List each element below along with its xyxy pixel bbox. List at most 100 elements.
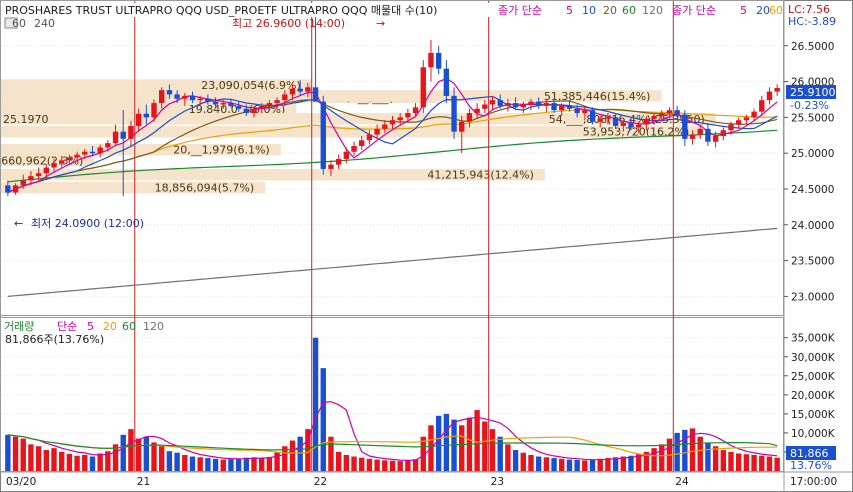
candle-body [159, 90, 165, 104]
candle-body [128, 125, 134, 139]
volume-bar [243, 457, 250, 471]
candle-body [689, 134, 696, 139]
high-price-label: 최고 26.9600 (14:00) [232, 17, 345, 30]
volume-bar [674, 432, 680, 471]
ma-right-5: 5 [740, 4, 747, 17]
volume-profile-label: 18,856,094(5.7%) [155, 182, 255, 195]
candle-body [682, 114, 688, 139]
volume-bar [535, 456, 542, 471]
candle-body [51, 163, 57, 168]
volume-bar [189, 456, 196, 471]
candle-body [489, 100, 496, 105]
volume-bar [751, 455, 757, 471]
interval-240: 240 [34, 17, 55, 30]
candle-body [251, 108, 257, 114]
volume-bar [435, 415, 442, 471]
candle-body [243, 108, 250, 114]
price-tick-label: 25.5000 [791, 112, 834, 124]
volume-value-label: 81,866주(13.76%) [5, 333, 104, 346]
candle-body [97, 147, 103, 154]
volume-profile-label: 7,660,962(2.3%) [0, 154, 83, 167]
candle-body [743, 117, 750, 121]
candle-body [574, 108, 580, 114]
volume-bar [405, 459, 411, 471]
volume-bar [735, 453, 742, 471]
candle-body [428, 52, 434, 68]
volume-bar [682, 429, 688, 471]
time-label: 21 [137, 476, 150, 488]
candle-body [612, 117, 619, 126]
ma-legend-label: 종가 단순 [498, 4, 542, 17]
candle-body [720, 130, 726, 136]
candle-body [59, 160, 65, 164]
volume-bar [482, 421, 488, 471]
volume-bar [512, 450, 519, 471]
volume-bar [705, 442, 711, 471]
candle-body [120, 131, 126, 139]
volume-bar [397, 461, 403, 471]
ma-right-60: 60 [769, 4, 783, 17]
volume-bar [128, 429, 134, 471]
candle-body [512, 103, 519, 108]
volume-bar [82, 455, 88, 471]
ma-right-label: 종가 단순 [672, 4, 716, 17]
candle-body [212, 101, 219, 105]
low-price-label: 최저 24.0900 (12:00) [31, 217, 144, 230]
volume-bar [182, 455, 188, 471]
candle-body [289, 88, 296, 95]
ma-legend-120: 120 [642, 4, 663, 17]
candle-body [774, 88, 780, 92]
candle-body [151, 103, 157, 118]
candle-body [112, 131, 119, 144]
volume-bar [389, 460, 396, 471]
candle-body [174, 94, 180, 99]
volume-tick-label: 35,000K [791, 333, 836, 345]
volume-profile-label: 25.1970 [3, 113, 49, 126]
chart-canvas[interactable]: 23,090,054(6.9%)32,3__,___(9.7%)51,385,4… [0, 0, 853, 492]
volume-bar [320, 368, 326, 471]
volume-ma-label: 단순 [57, 320, 77, 333]
candle-body [166, 90, 173, 95]
price-tick-label: 24.0000 [791, 220, 834, 232]
volume-bar [774, 457, 780, 471]
volume-ma-20: 20 [103, 320, 117, 333]
candle-body [266, 103, 273, 106]
ma-right-20: 20 [756, 4, 770, 17]
volume-bar [89, 456, 96, 471]
volume-bar [659, 444, 665, 471]
volume-profile-label: 41,215,943(12.4%) [427, 169, 534, 182]
volume-tick-label: 15,000K [791, 409, 836, 421]
time-label: 22 [314, 476, 327, 488]
candle-body [74, 154, 80, 158]
candle-body [535, 101, 542, 106]
volume-bar [505, 444, 511, 471]
volume-bar [312, 337, 319, 471]
candle-body [282, 94, 288, 101]
change-percent-label: -0.23% [790, 99, 829, 112]
candle-body [197, 98, 203, 101]
volume-bar [197, 457, 203, 471]
chart-title: PROSHARES TRUST ULTRAPRO QQQ USD_PROETF … [5, 4, 437, 17]
candle-body [312, 87, 319, 102]
volume-bar [220, 459, 226, 471]
volume-bar [274, 451, 280, 471]
candle-body [35, 173, 42, 177]
volume-bar [728, 451, 734, 471]
volume-bar [528, 455, 534, 471]
candle-body [205, 98, 211, 102]
candle-body [105, 143, 111, 148]
volume-ma-60: 60 [122, 320, 136, 333]
time-label: 23 [491, 476, 504, 488]
candle-body [666, 110, 673, 114]
volume-bar [697, 436, 703, 471]
candle-body [335, 158, 342, 165]
candle-body [89, 151, 96, 154]
volume-bar [474, 410, 480, 471]
volume-bar [489, 429, 496, 471]
volume-bar [374, 459, 380, 471]
candle-body [297, 88, 303, 92]
candle-body [582, 110, 588, 114]
volume-ma-5: 5 [87, 320, 94, 333]
candle-body [482, 104, 488, 109]
candle-body [43, 167, 50, 174]
